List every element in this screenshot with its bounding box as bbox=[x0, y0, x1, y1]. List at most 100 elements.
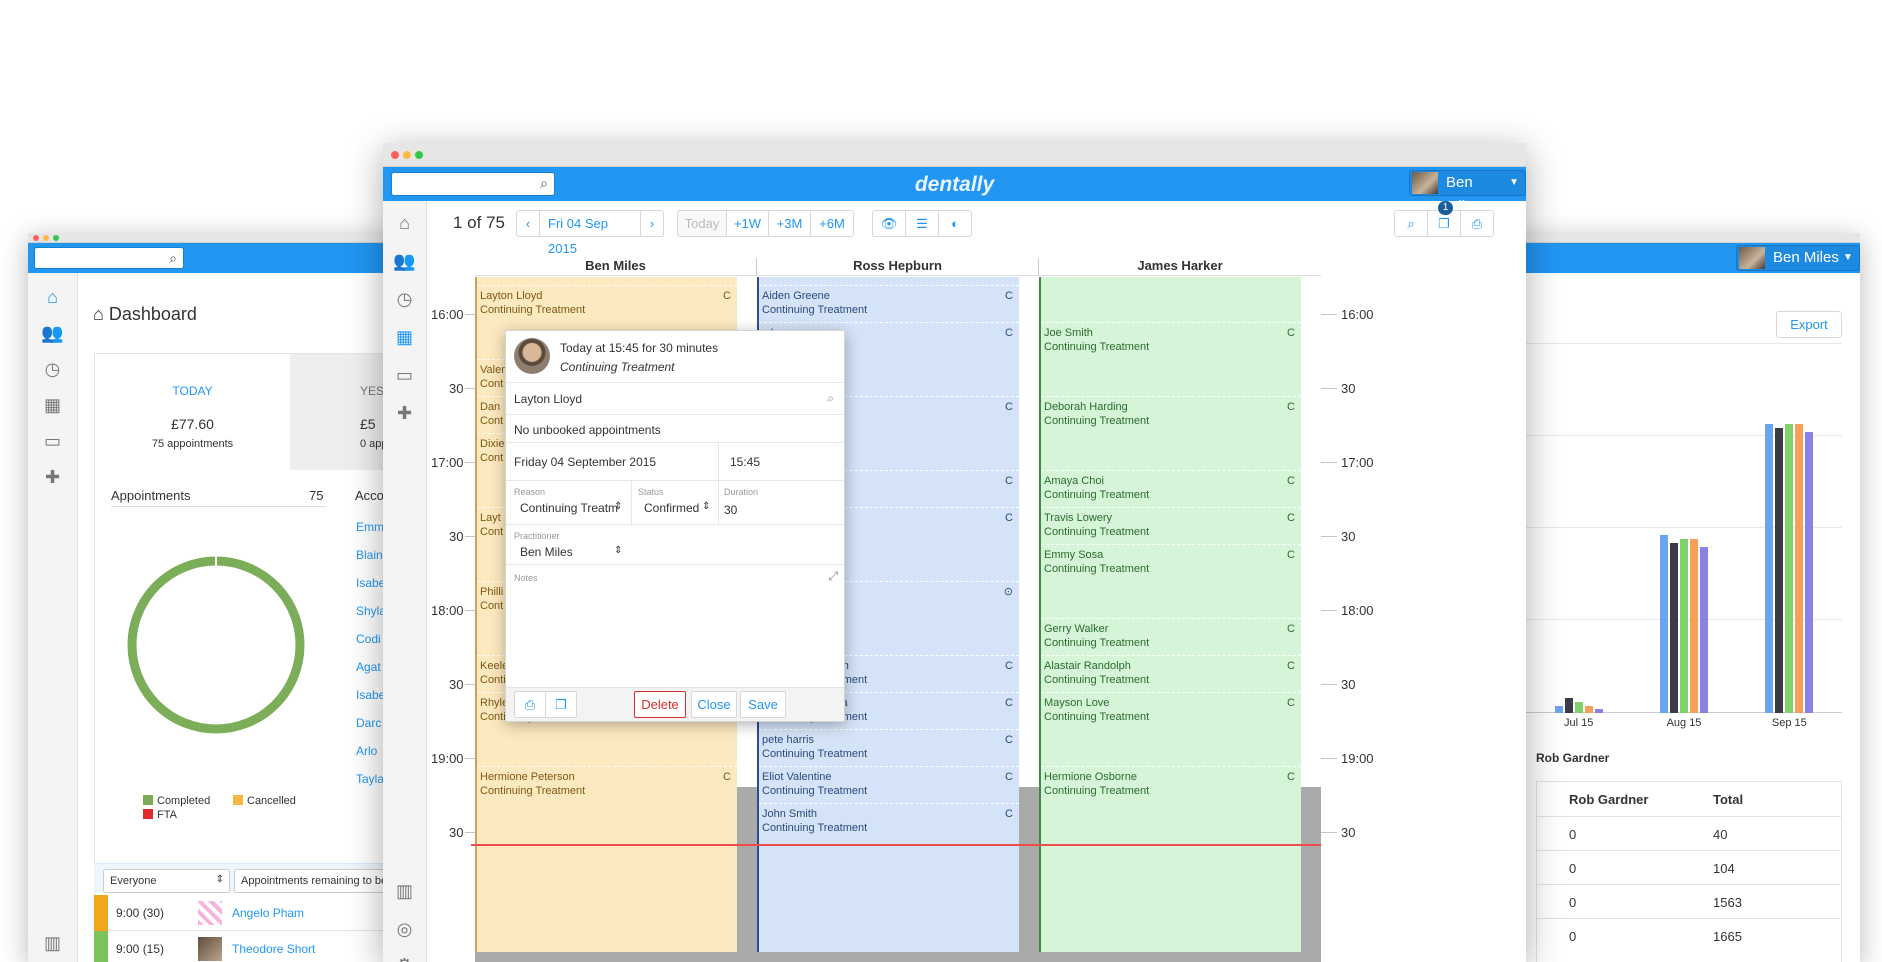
appointment-block[interactable]: Aiden Greene Continuing Treatment C bbox=[759, 285, 1019, 322]
appointment-block[interactable]: Travis Lowery Continuing Treatment C bbox=[1041, 507, 1301, 544]
appointment-block[interactable]: Amaya Choi Continuing Treatment C bbox=[1041, 470, 1301, 507]
home-icon[interactable]: ⌂ bbox=[383, 213, 426, 234]
minimize-dot[interactable] bbox=[43, 235, 49, 241]
appointment-patient: Layton Lloyd bbox=[480, 290, 543, 302]
hour-line bbox=[1321, 610, 1337, 611]
top-bar: Ben Miles ▼ bbox=[1500, 243, 1860, 273]
appointment-reason: Continuing Treatment bbox=[1044, 563, 1150, 575]
appointment-block[interactable]: Alastair Randolph Continuing Treatment C bbox=[1041, 655, 1301, 692]
status-select[interactable]: Confirmed bbox=[644, 501, 699, 515]
search-button[interactable]: ⌕ bbox=[1394, 210, 1428, 237]
inbox-icon[interactable]: ▭ bbox=[383, 365, 426, 386]
appointment-block[interactable]: Emmy Sosa Continuing Treatment C bbox=[1041, 544, 1301, 618]
chart-bar bbox=[1700, 546, 1708, 713]
appointment-reason: Continuing Treatment bbox=[1044, 489, 1150, 501]
patient-link[interactable]: Emm bbox=[356, 520, 384, 534]
reason-select[interactable]: Continuing Treatm bbox=[520, 501, 618, 515]
plus-1w-button[interactable]: +1W bbox=[726, 210, 769, 237]
plus-6m-button[interactable]: +6M bbox=[810, 210, 854, 237]
zoom-dot[interactable] bbox=[53, 235, 59, 241]
gear-icon[interactable]: ⚙ bbox=[383, 955, 426, 962]
chart-bar bbox=[1554, 705, 1563, 713]
reports-icon[interactable]: ▥ bbox=[28, 933, 77, 954]
patient-link[interactable]: Isabe bbox=[356, 576, 385, 590]
home-icon[interactable]: ⌂ bbox=[28, 287, 77, 308]
user-menu[interactable]: Ben Miles ▼ bbox=[1736, 245, 1860, 271]
reports-icon[interactable]: ▥ bbox=[383, 881, 426, 902]
avatar bbox=[198, 901, 222, 925]
notes-field[interactable]: Notes ⤢ bbox=[506, 565, 844, 629]
today-button[interactable]: Today bbox=[677, 210, 727, 237]
everyone-select[interactable]: Everyone ⇕ bbox=[103, 869, 230, 893]
patient-link[interactable]: Shyla bbox=[356, 604, 386, 618]
patient-link[interactable]: Codi bbox=[356, 632, 381, 646]
print-button[interactable]: ⎙ bbox=[514, 691, 546, 718]
plus-3m-button[interactable]: +3M bbox=[768, 210, 811, 237]
delete-button[interactable]: Delete bbox=[634, 691, 686, 718]
chart-bar bbox=[1660, 535, 1668, 713]
calendar-icon[interactable]: ▦ bbox=[383, 327, 426, 348]
time-field[interactable]: 15:45 bbox=[730, 455, 760, 469]
list-button[interactable]: ☰ bbox=[905, 210, 939, 237]
patient-field[interactable]: Layton Lloyd ⌕ bbox=[506, 383, 844, 415]
list-icon: ☰ bbox=[916, 216, 928, 231]
patients-icon[interactable]: 👥 bbox=[28, 323, 77, 344]
patient-link[interactable]: Blain bbox=[356, 548, 383, 562]
time-label: 30 bbox=[449, 381, 464, 396]
date-field[interactable]: Friday 04 September 2015 bbox=[514, 455, 656, 469]
appointment-row[interactable]: 9:00 (15) Theodore Short bbox=[94, 931, 432, 962]
patient-link[interactable]: Isabe bbox=[356, 688, 385, 702]
inbox-icon[interactable]: ▭ bbox=[28, 431, 77, 452]
appointment-status: C bbox=[1287, 660, 1295, 672]
add-user-icon[interactable]: ✚ bbox=[383, 403, 426, 424]
save-button[interactable]: Save bbox=[740, 691, 786, 718]
appointment-block[interactable]: Gerry Walker Continuing Treatment C bbox=[1041, 618, 1301, 655]
add-user-icon[interactable]: ✚ bbox=[28, 467, 77, 488]
duration-input[interactable]: 30 bbox=[724, 503, 737, 517]
column-header-ross-hepburn: Ross Hepburn bbox=[757, 258, 1039, 276]
clock-icon[interactable]: ◷ bbox=[28, 359, 77, 380]
minimize-dot[interactable] bbox=[403, 151, 411, 159]
expand-icon[interactable]: ⤢ bbox=[828, 569, 838, 584]
close-button[interactable]: Close bbox=[691, 691, 737, 718]
appointment-status: C bbox=[1287, 697, 1295, 709]
view-button[interactable]: 👁 bbox=[872, 210, 906, 237]
copy-button[interactable]: ❐ bbox=[545, 691, 577, 718]
export-button[interactable]: Export bbox=[1776, 311, 1842, 338]
zoom-dot[interactable] bbox=[415, 151, 423, 159]
tab-today[interactable]: TODAY £77.60 75 appointments bbox=[95, 354, 290, 470]
appointment-block[interactable]: Deborah Harding Continuing Treatment C bbox=[1041, 396, 1301, 470]
appointment-block[interactable]: Mayson Love Continuing Treatment C bbox=[1041, 692, 1301, 766]
patient-link[interactable]: Agat bbox=[356, 660, 381, 674]
appointment-block[interactable]: Hermione Osborne Continuing Treatment C bbox=[1041, 766, 1301, 841]
appointment-block[interactable]: John Smith Continuing Treatment C bbox=[759, 803, 1019, 840]
patient-link[interactable]: Tayla bbox=[356, 772, 384, 786]
practitioner-select[interactable]: Ben Miles bbox=[520, 545, 573, 559]
patients-icon[interactable]: 👥 bbox=[383, 251, 426, 272]
appointment-block[interactable]: Joe Smith Continuing Treatment C bbox=[1041, 322, 1301, 396]
prev-day-button[interactable]: ‹ bbox=[516, 210, 540, 237]
time-label: 30 bbox=[1341, 677, 1356, 692]
support-icon[interactable]: ◎ bbox=[383, 919, 426, 940]
appointment-block[interactable]: pete harris Continuing Treatment C bbox=[759, 729, 1019, 766]
calendar-icon[interactable]: ▦ bbox=[28, 395, 77, 416]
search-input[interactable]: ⌕ bbox=[34, 247, 184, 269]
column-header-ben-miles: Ben Miles bbox=[475, 258, 757, 276]
clipboard-icon: ❐ bbox=[1438, 216, 1450, 231]
close-dot[interactable] bbox=[391, 151, 399, 159]
time-label: 30 bbox=[1341, 529, 1356, 544]
patient-link[interactable]: Arlo bbox=[356, 744, 377, 758]
print-button[interactable]: ⎙ bbox=[1460, 210, 1494, 237]
app-logo: dentally bbox=[914, 173, 995, 196]
close-dot[interactable] bbox=[33, 235, 39, 241]
appointment-block[interactable]: Eliot Valentine Continuing Treatment C bbox=[759, 766, 1019, 803]
appointment-row[interactable]: 9:00 (30) Angelo Pham bbox=[94, 895, 432, 931]
clock-icon[interactable]: ◷ bbox=[383, 289, 426, 310]
next-day-button[interactable]: › bbox=[640, 210, 664, 237]
patient-link[interactable]: Darc bbox=[356, 716, 381, 730]
user-menu[interactable]: Ben Miles ▼ bbox=[1409, 170, 1526, 215]
select-arrows-icon: ⇕ bbox=[702, 501, 711, 512]
date-picker[interactable]: Fri 04 Sep 2015 bbox=[539, 210, 641, 256]
toggle-button[interactable]: ◐ bbox=[938, 210, 972, 237]
appointment-block[interactable]: Hermione Peterson Continuing Treatment C bbox=[477, 766, 737, 841]
